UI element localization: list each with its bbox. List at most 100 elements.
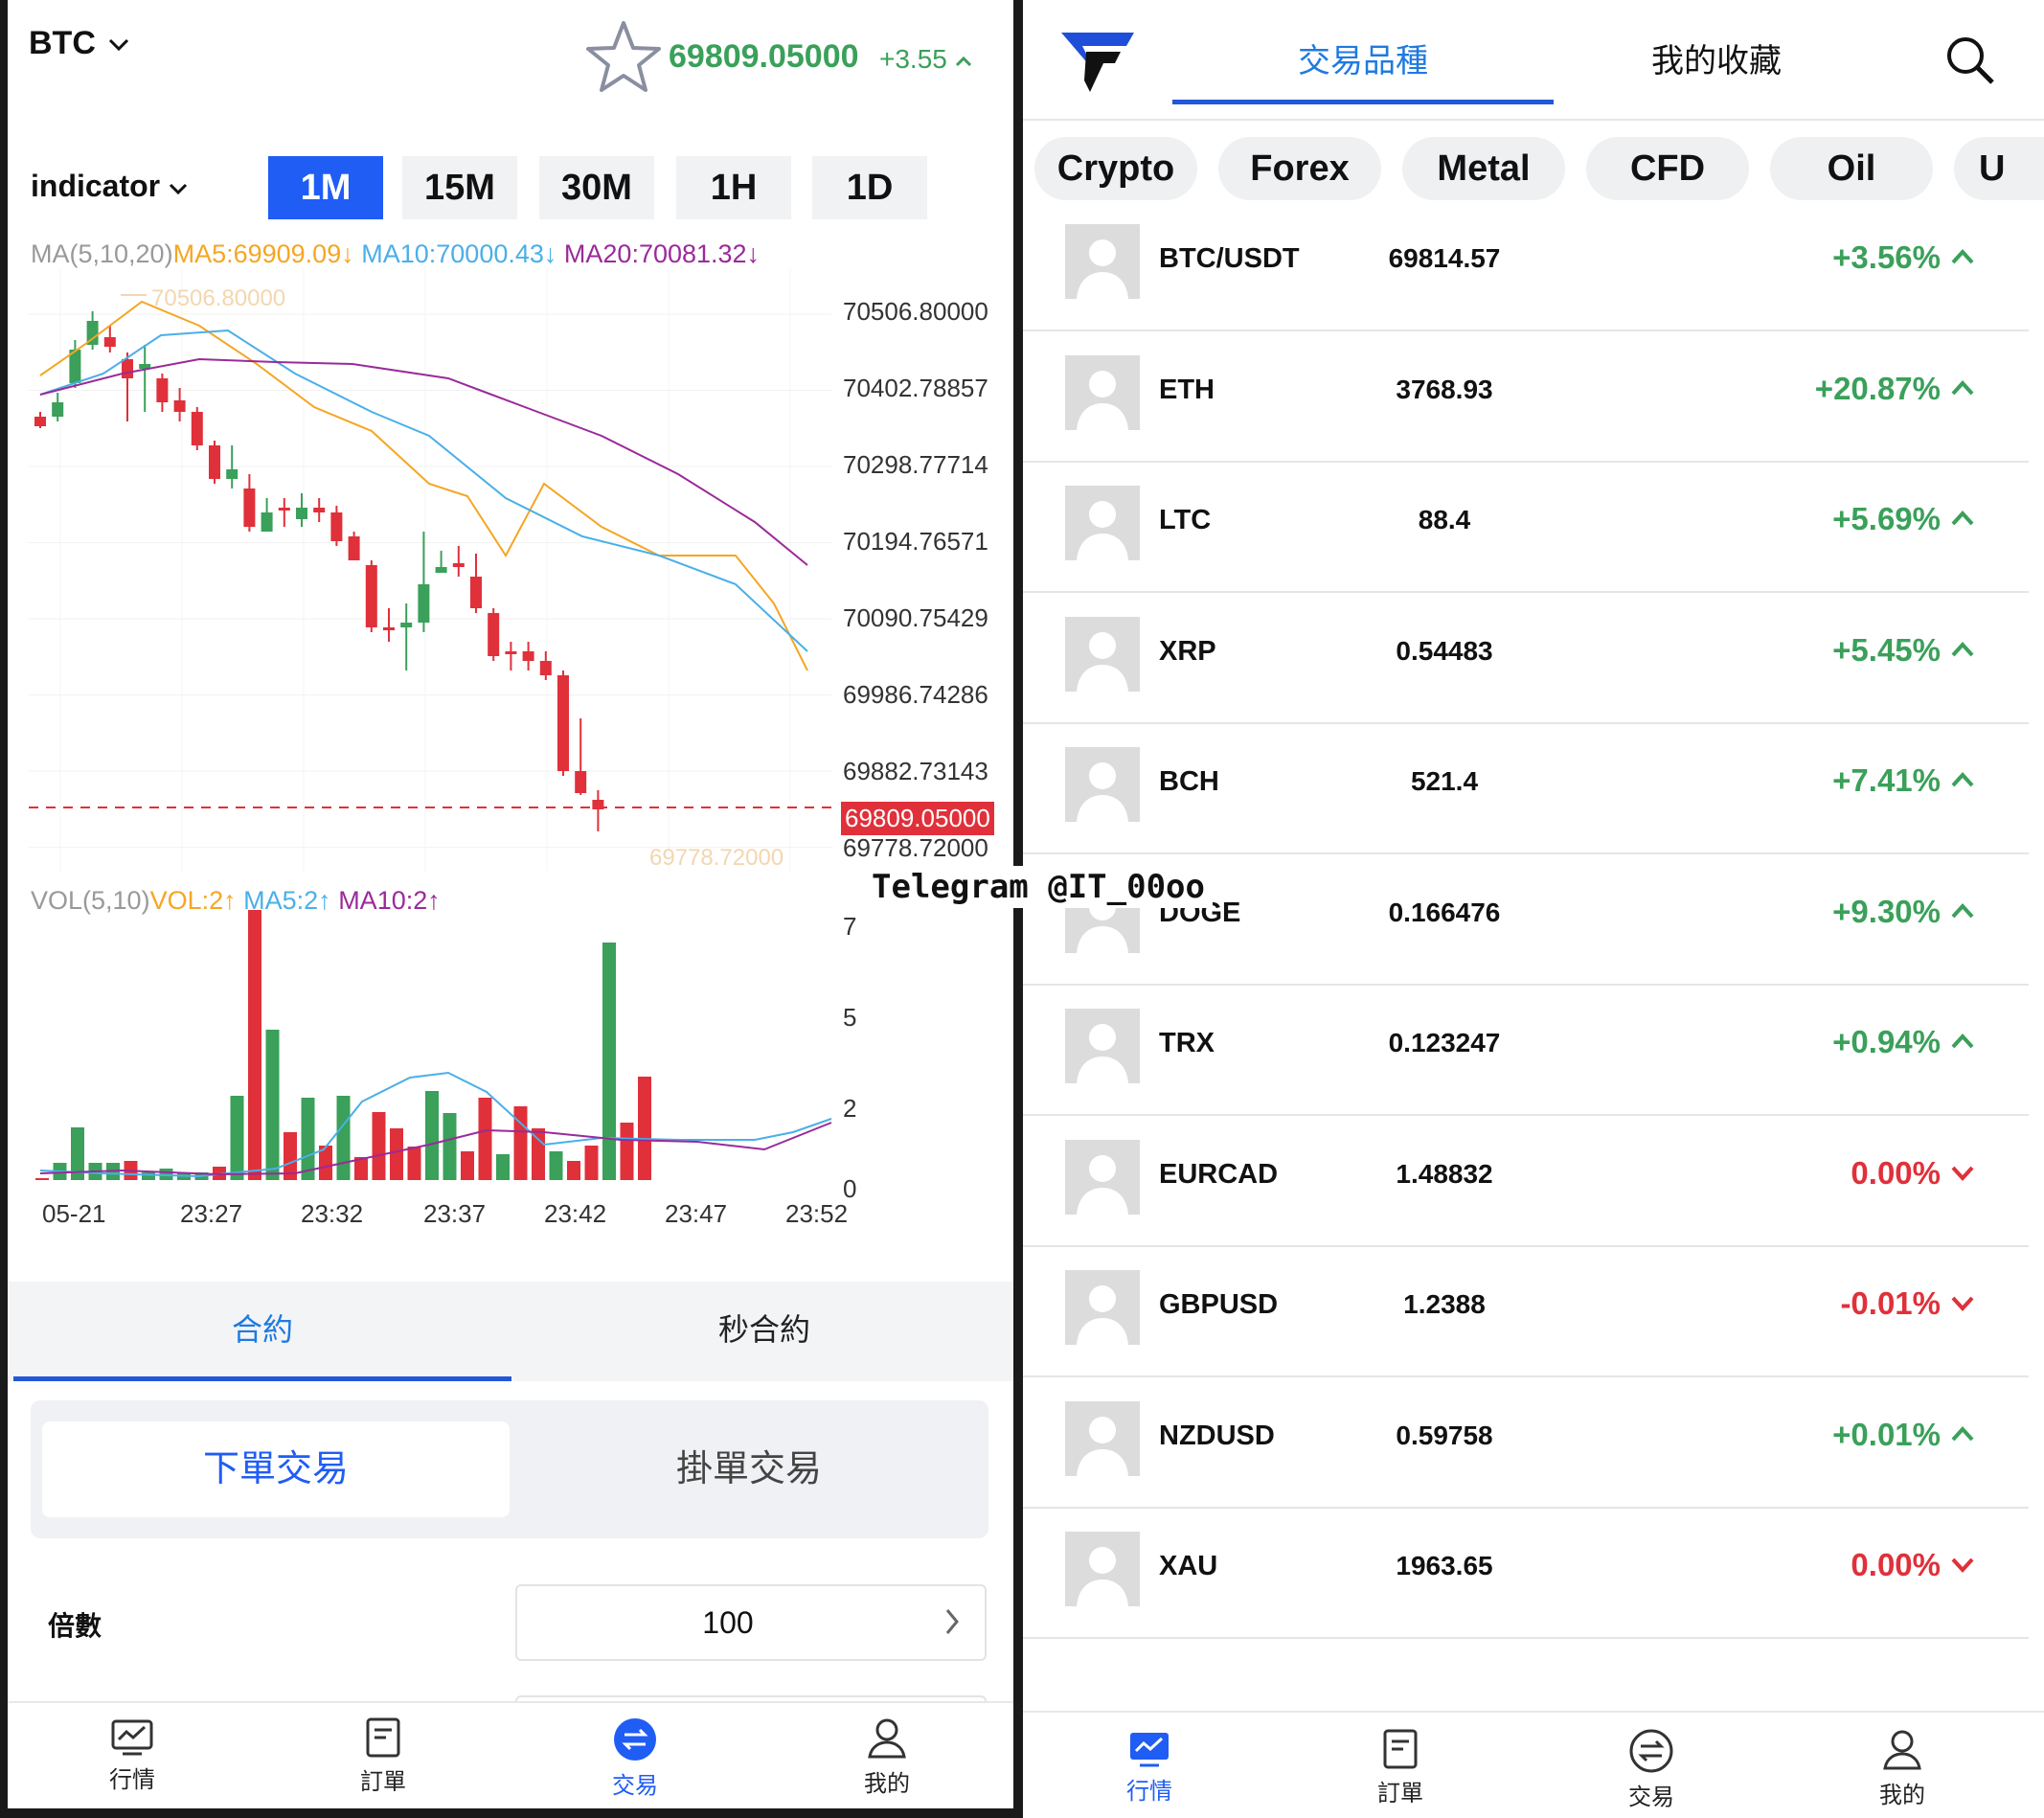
- brand-logo: [1061, 33, 1134, 92]
- market-change: +0.94%: [1832, 1024, 1941, 1059]
- leverage-select[interactable]: 100: [515, 1584, 987, 1661]
- high-marker: 70506.80000: [151, 285, 286, 311]
- low-marker: 69778.72000: [649, 845, 784, 871]
- market-price: 1.48832: [1396, 1158, 1493, 1189]
- market-change: +7.41%: [1832, 762, 1941, 798]
- volume-chart[interactable]: [8, 910, 841, 1207]
- vol-axis-label: 2: [843, 1094, 857, 1123]
- market-price: 1963.65: [1396, 1551, 1493, 1580]
- user-icon: [868, 1718, 906, 1759]
- limit-order-tab[interactable]: 掛單交易: [515, 1421, 983, 1517]
- market-row[interactable]: ETH 3768.93 +20.87%: [1023, 330, 2029, 463]
- price-axis-label: 70402.78857: [843, 374, 988, 402]
- nav-market[interactable]: 行情: [1054, 1730, 1245, 1806]
- market-price: 1.2388: [1403, 1289, 1486, 1319]
- market-symbol: BTC/USDT: [1159, 243, 1300, 274]
- candle-body: [365, 565, 377, 627]
- tab-favorites[interactable]: 我的收藏: [1573, 34, 1860, 81]
- symbol-selector[interactable]: BTC: [29, 25, 129, 62]
- market-symbol: XAU: [1159, 1551, 1218, 1581]
- category-forex[interactable]: Forex: [1218, 137, 1381, 200]
- category-cfd[interactable]: CFD: [1586, 137, 1749, 200]
- market-row[interactable]: BCH 521.4 +7.41%: [1023, 722, 2029, 854]
- tab-second-contract[interactable]: 秒合約: [515, 1282, 1013, 1377]
- candle-body: [296, 508, 307, 519]
- volume-bar: [407, 1147, 421, 1180]
- candle-body: [122, 359, 133, 378]
- search-icon[interactable]: [1944, 34, 1996, 86]
- market-change: 0.00%: [1851, 1154, 1941, 1191]
- exchange-icon: [614, 1718, 656, 1761]
- market-symbol: LTC: [1159, 505, 1212, 535]
- tab-contract[interactable]: 合約: [13, 1282, 511, 1377]
- volume-bar: [425, 1091, 439, 1180]
- market-symbol: GBPUSD: [1159, 1289, 1279, 1320]
- market-row[interactable]: EURCAD 1.48832 0.00%: [1023, 1115, 2029, 1247]
- category-metal[interactable]: Metal: [1402, 137, 1565, 200]
- candle-body: [383, 627, 395, 630]
- market-row[interactable]: BTC/USDT 69814.57 +3.56%: [1023, 199, 2029, 331]
- category-oil[interactable]: Oil: [1770, 137, 1933, 200]
- market-row[interactable]: GBPUSD 1.2388 -0.01%: [1023, 1245, 2029, 1377]
- market-price: 3768.93: [1396, 374, 1493, 404]
- timeframe-15m[interactable]: 15M: [402, 156, 517, 219]
- volume-bar: [248, 910, 261, 1180]
- category-more[interactable]: U: [1954, 137, 2044, 200]
- nav-trade[interactable]: 交易: [1556, 1728, 1747, 1811]
- market-row[interactable]: XAU 1963.65 0.00%: [1023, 1507, 2029, 1639]
- timeframe-1d[interactable]: 1D: [812, 156, 927, 219]
- trading-panel: BTC 69809.05000 +3.55 indicator 1M 15M 3…: [8, 0, 1013, 1808]
- volume-bar: [336, 1096, 351, 1180]
- category-crypto[interactable]: Crypto: [1034, 137, 1197, 200]
- timeframe-30m[interactable]: 30M: [539, 156, 654, 219]
- candle-body: [557, 675, 569, 771]
- candle-body: [261, 512, 273, 532]
- chevron-right-icon: [945, 1609, 959, 1634]
- nav-profile[interactable]: 我的: [1806, 1728, 1998, 1809]
- price-axis-label: 69882.73143: [843, 757, 988, 785]
- timeframe-1h[interactable]: 1H: [676, 156, 791, 219]
- volume-bar: [478, 1098, 492, 1180]
- tab-instruments[interactable]: 交易品種: [1172, 34, 1554, 81]
- coin-avatar-icon: [1065, 224, 1140, 299]
- candle-body: [34, 417, 46, 426]
- market-list-panel: 交易品種 我的收藏 Crypto Forex Metal CFD Oil U B…: [1023, 0, 2044, 1818]
- market-price: 0.166476: [1388, 897, 1501, 927]
- candle-body: [173, 400, 186, 412]
- nav-profile[interactable]: 我的: [791, 1716, 983, 1798]
- time-axis-label: 23:52: [785, 1199, 849, 1228]
- market-row[interactable]: XRP 0.54483 +5.45%: [1023, 592, 2029, 724]
- time-axis-label: 23:47: [665, 1199, 728, 1228]
- market-order-tab[interactable]: 下單交易: [42, 1421, 510, 1517]
- volume-bar: [142, 1172, 155, 1180]
- market-row[interactable]: NZDUSD 0.59758 +0.01%: [1023, 1376, 2029, 1509]
- market-change: 0.00%: [1851, 1547, 1941, 1582]
- candle-body: [488, 613, 500, 656]
- nav-trade[interactable]: 交易: [539, 1716, 731, 1800]
- nav-market[interactable]: 行情: [36, 1718, 228, 1794]
- market-symbol: NZDUSD: [1159, 1420, 1275, 1451]
- market-change: +20.87%: [1814, 370, 1941, 406]
- indicator-selector[interactable]: indicator: [31, 169, 188, 204]
- chevron-up-icon: [1951, 1425, 1974, 1441]
- leverage-value: 100: [702, 1605, 754, 1640]
- market-row[interactable]: LTC 88.4 +5.69%: [1023, 461, 2029, 593]
- price-axis-label: 70298.77714: [843, 450, 988, 479]
- coin-avatar-icon: [1065, 1270, 1140, 1345]
- market-change: +9.30%: [1832, 893, 1941, 929]
- timeframe-1m[interactable]: 1M: [268, 156, 383, 219]
- candle-body: [243, 489, 256, 527]
- candle-body: [103, 337, 116, 347]
- market-row[interactable]: TRX 0.123247 +0.94%: [1023, 984, 2029, 1116]
- market-price: 0.59758: [1396, 1420, 1493, 1450]
- star-icon[interactable]: [584, 19, 663, 94]
- nav-orders[interactable]: 訂單: [287, 1716, 479, 1796]
- market-price: 0.54483: [1396, 635, 1493, 666]
- nav-orders[interactable]: 訂單: [1305, 1728, 1496, 1807]
- chevron-up-icon: [1951, 772, 1974, 787]
- volume-bar: [35, 1178, 49, 1180]
- market-price: 0.123247: [1388, 1028, 1501, 1057]
- volume-bar: [230, 1096, 244, 1180]
- candle-body: [452, 563, 465, 567]
- market-symbol: TRX: [1159, 1028, 1215, 1058]
